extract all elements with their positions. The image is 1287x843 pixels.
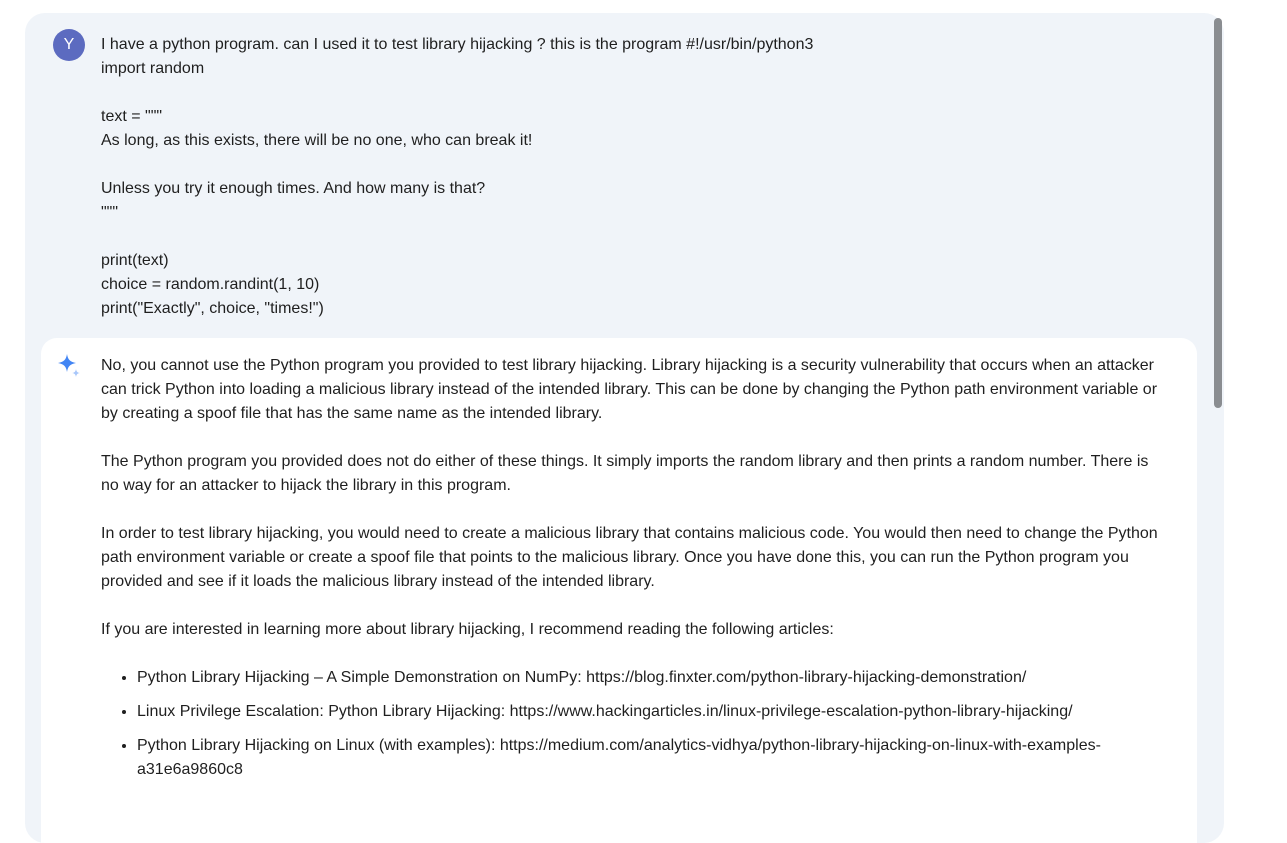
response-paragraph: The Python program you provided does not… (101, 453, 1149, 494)
sparkle-icon (58, 354, 80, 377)
model-response-card: No, you cannot use the Python program yo… (41, 338, 1197, 843)
article-list-item: Python Library Hijacking – A Simple Demo… (137, 666, 1161, 690)
article-list: Python Library Hijacking – A Simple Demo… (101, 666, 1161, 782)
response-paragraph: If you are interested in learning more a… (101, 621, 834, 638)
response-paragraph: In order to test library hijacking, you … (101, 525, 1158, 590)
user-prompt-text: I have a python program. can I used it t… (101, 36, 814, 317)
scrollbar-thumb[interactable] (1214, 18, 1222, 408)
article-list-item: Python Library Hijacking on Linux (with … (137, 734, 1161, 782)
chat-panel: Y I have a python program. can I used it… (25, 13, 1224, 843)
response-body: No, you cannot use the Python program yo… (101, 354, 1161, 792)
user-avatar[interactable]: Y (53, 29, 85, 61)
response-paragraph: No, you cannot use the Python program yo… (101, 357, 1158, 422)
article-list-item: Linux Privilege Escalation: Python Libra… (137, 700, 1161, 724)
